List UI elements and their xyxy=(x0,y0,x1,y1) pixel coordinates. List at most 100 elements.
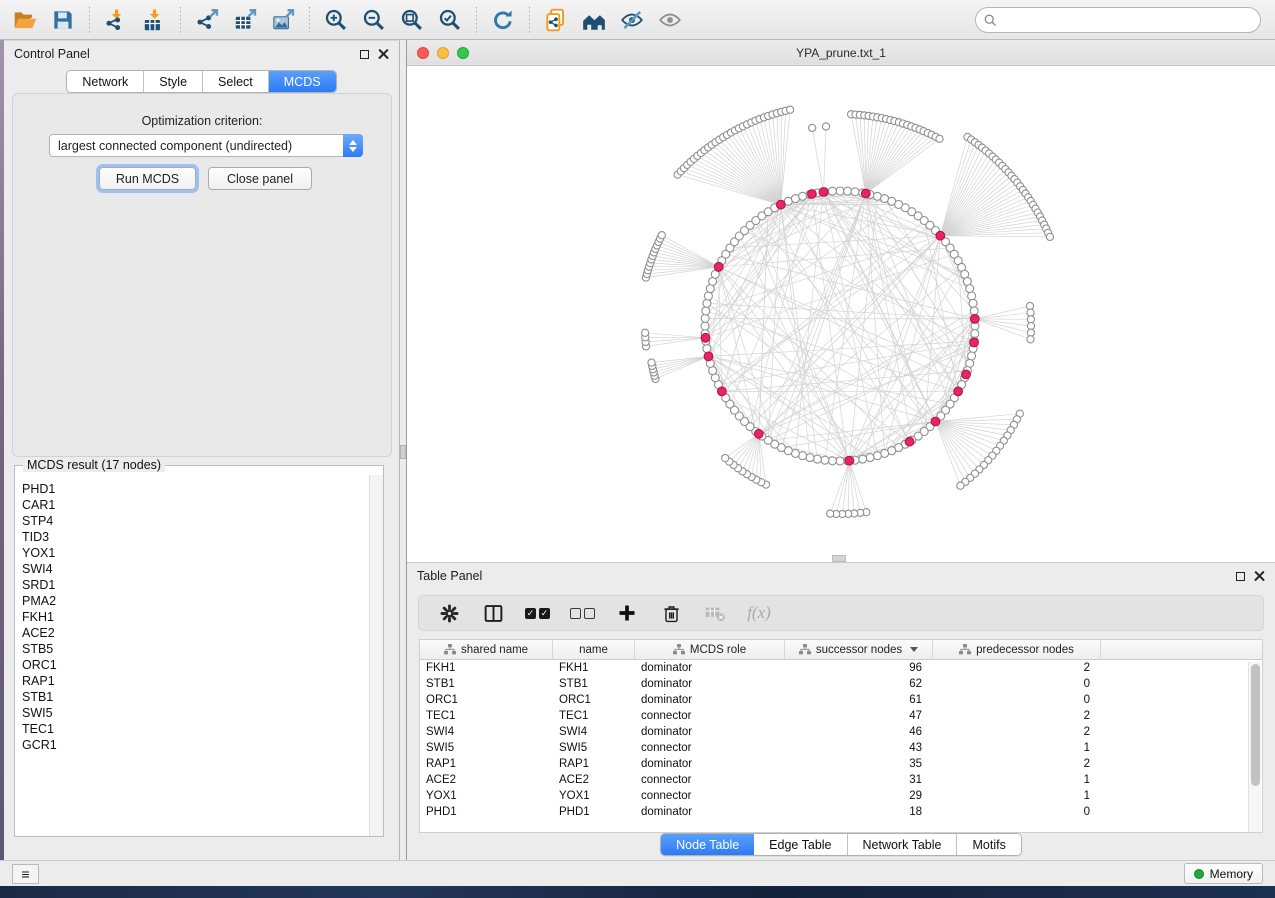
result-item[interactable]: STB1 xyxy=(22,689,368,705)
result-item[interactable]: STB5 xyxy=(22,641,368,657)
table-row[interactable]: PHD1PHD1dominator180 xyxy=(420,804,1262,820)
splitter-grip[interactable] xyxy=(400,445,406,459)
cell-predecessor-nodes: 1 xyxy=(933,774,1101,786)
table-body: FKH1FKH1dominator962STB1STB1dominator620… xyxy=(420,660,1262,820)
column-header-shared-name[interactable]: shared name xyxy=(420,640,553,659)
search-input[interactable] xyxy=(1002,13,1252,27)
cell-name: FKH1 xyxy=(553,662,635,674)
tree-icon xyxy=(673,644,685,655)
result-item[interactable]: ORC1 xyxy=(22,657,368,673)
result-item[interactable]: SWI5 xyxy=(22,705,368,721)
import-table-icon[interactable] xyxy=(137,4,171,36)
clone-network-icon[interactable] xyxy=(539,4,573,36)
table-row[interactable]: FKH1FKH1dominator962 xyxy=(420,660,1262,676)
optimization-criterion-dropdown[interactable]: largest connected component (undirected) xyxy=(49,134,363,157)
close-panel-button[interactable]: Close panel xyxy=(208,167,312,190)
tab-style[interactable]: Style xyxy=(144,71,203,92)
run-mcds-button[interactable]: Run MCDS xyxy=(99,167,196,190)
result-item[interactable]: SRD1 xyxy=(22,577,368,593)
zoom-selected-icon[interactable] xyxy=(433,4,467,36)
close-panel-icon[interactable] xyxy=(1254,571,1265,582)
memory-button[interactable]: Memory xyxy=(1184,863,1263,884)
result-item[interactable]: PHD1 xyxy=(22,481,368,497)
result-item[interactable]: YOX1 xyxy=(22,545,368,561)
toolbar-separator xyxy=(476,7,477,33)
save-icon[interactable] xyxy=(46,4,80,36)
table-row[interactable]: TEC1TEC1connector472 xyxy=(420,708,1262,724)
result-item[interactable]: STP4 xyxy=(22,513,368,529)
tab-network[interactable]: Network xyxy=(67,71,144,92)
float-panel-icon[interactable] xyxy=(360,50,369,59)
cell-predecessor-nodes: 1 xyxy=(933,790,1101,802)
column-header-predecessor-nodes[interactable]: predecessor nodes xyxy=(933,640,1101,659)
export-network-icon[interactable] xyxy=(190,4,224,36)
horizontal-splitter[interactable] xyxy=(407,554,1275,562)
table-row[interactable]: SWI4SWI4dominator462 xyxy=(420,724,1262,740)
result-item[interactable]: ACE2 xyxy=(22,625,368,641)
add-column-icon[interactable] xyxy=(615,599,639,627)
search-box[interactable] xyxy=(975,7,1261,33)
list-icon: ≡ xyxy=(21,866,29,882)
cell-successor-nodes: 61 xyxy=(785,694,933,706)
result-item[interactable]: SWI4 xyxy=(22,561,368,577)
task-history-button[interactable]: ≡ xyxy=(12,864,39,884)
tab-motifs[interactable]: Motifs xyxy=(957,834,1020,855)
import-network-icon[interactable] xyxy=(99,4,133,36)
export-image-icon[interactable] xyxy=(266,4,300,36)
select-all-icon[interactable]: ✓✓ xyxy=(525,599,550,627)
cell-name: YOX1 xyxy=(553,790,635,802)
network-window-titlebar[interactable]: YPA_prune.txt_1 xyxy=(407,40,1275,66)
vertical-splitter[interactable] xyxy=(400,40,407,860)
show-network-icon[interactable] xyxy=(653,4,687,36)
table-row[interactable]: STB1STB1dominator620 xyxy=(420,676,1262,692)
settings-icon[interactable] xyxy=(437,599,461,627)
close-panel-icon[interactable] xyxy=(378,49,389,60)
result-item[interactable]: GCR1 xyxy=(22,737,368,753)
tab-node-table[interactable]: Node Table xyxy=(661,834,754,855)
result-item[interactable]: FKH1 xyxy=(22,609,368,625)
memory-label: Memory xyxy=(1210,867,1253,881)
mcds-list-scrollbar[interactable] xyxy=(369,475,383,836)
open-icon[interactable] xyxy=(8,4,42,36)
table-panel: Table Panel ✓✓ f(x) shared na xyxy=(407,562,1275,860)
export-table-icon[interactable] xyxy=(228,4,262,36)
table-toolbar: ✓✓ f(x) xyxy=(418,595,1264,631)
control-panel: Control Panel NetworkStyleSelectMCDS Opt… xyxy=(4,40,400,860)
table-scroll-thumb[interactable] xyxy=(1251,664,1260,786)
table-row[interactable]: ORC1ORC1dominator610 xyxy=(420,692,1262,708)
result-item[interactable]: PMA2 xyxy=(22,593,368,609)
status-bar: ≡ Memory xyxy=(0,860,1275,886)
tab-select[interactable]: Select xyxy=(203,71,269,92)
cell-MCDS-role: dominator xyxy=(635,678,785,690)
float-panel-icon[interactable] xyxy=(1236,572,1245,581)
column-header-successor-nodes[interactable]: successor nodes xyxy=(785,640,933,659)
table-row[interactable]: ACE2ACE2connector311 xyxy=(420,772,1262,788)
tab-edge-table[interactable]: Edge Table xyxy=(754,834,847,855)
table-row[interactable]: SWI5SWI5connector431 xyxy=(420,740,1262,756)
result-item[interactable]: TEC1 xyxy=(22,721,368,737)
refresh-icon[interactable] xyxy=(486,4,520,36)
tab-network-table[interactable]: Network Table xyxy=(848,834,958,855)
column-header-MCDS-role[interactable]: MCDS role xyxy=(635,640,785,659)
network-graph-canvas[interactable] xyxy=(407,66,1275,554)
tab-mcds[interactable]: MCDS xyxy=(269,71,336,92)
zoom-out-icon[interactable] xyxy=(357,4,391,36)
deselect-all-icon[interactable] xyxy=(570,599,595,627)
hide-network-icon[interactable] xyxy=(615,4,649,36)
delete-column-icon[interactable] xyxy=(659,599,683,627)
result-item[interactable]: CAR1 xyxy=(22,497,368,513)
desktop-wallpaper-bottom xyxy=(0,886,1275,898)
zoom-fit-icon[interactable] xyxy=(395,4,429,36)
zoom-in-icon[interactable] xyxy=(319,4,353,36)
table-scrollbar[interactable] xyxy=(1248,662,1261,833)
table-row[interactable]: YOX1YOX1connector291 xyxy=(420,788,1262,804)
cell-shared-name: SWI5 xyxy=(420,742,553,754)
table-row[interactable]: RAP1RAP1dominator352 xyxy=(420,756,1262,772)
home-icon[interactable] xyxy=(577,4,611,36)
split-view-icon[interactable] xyxy=(481,599,505,627)
mcds-result-list[interactable]: PHD1CAR1STP4TID3YOX1SWI4SRD1PMA2FKH1ACE2… xyxy=(16,475,368,835)
splitter-grip[interactable] xyxy=(832,555,846,562)
result-item[interactable]: TID3 xyxy=(22,529,368,545)
column-header-name[interactable]: name xyxy=(553,640,635,659)
result-item[interactable]: RAP1 xyxy=(22,673,368,689)
